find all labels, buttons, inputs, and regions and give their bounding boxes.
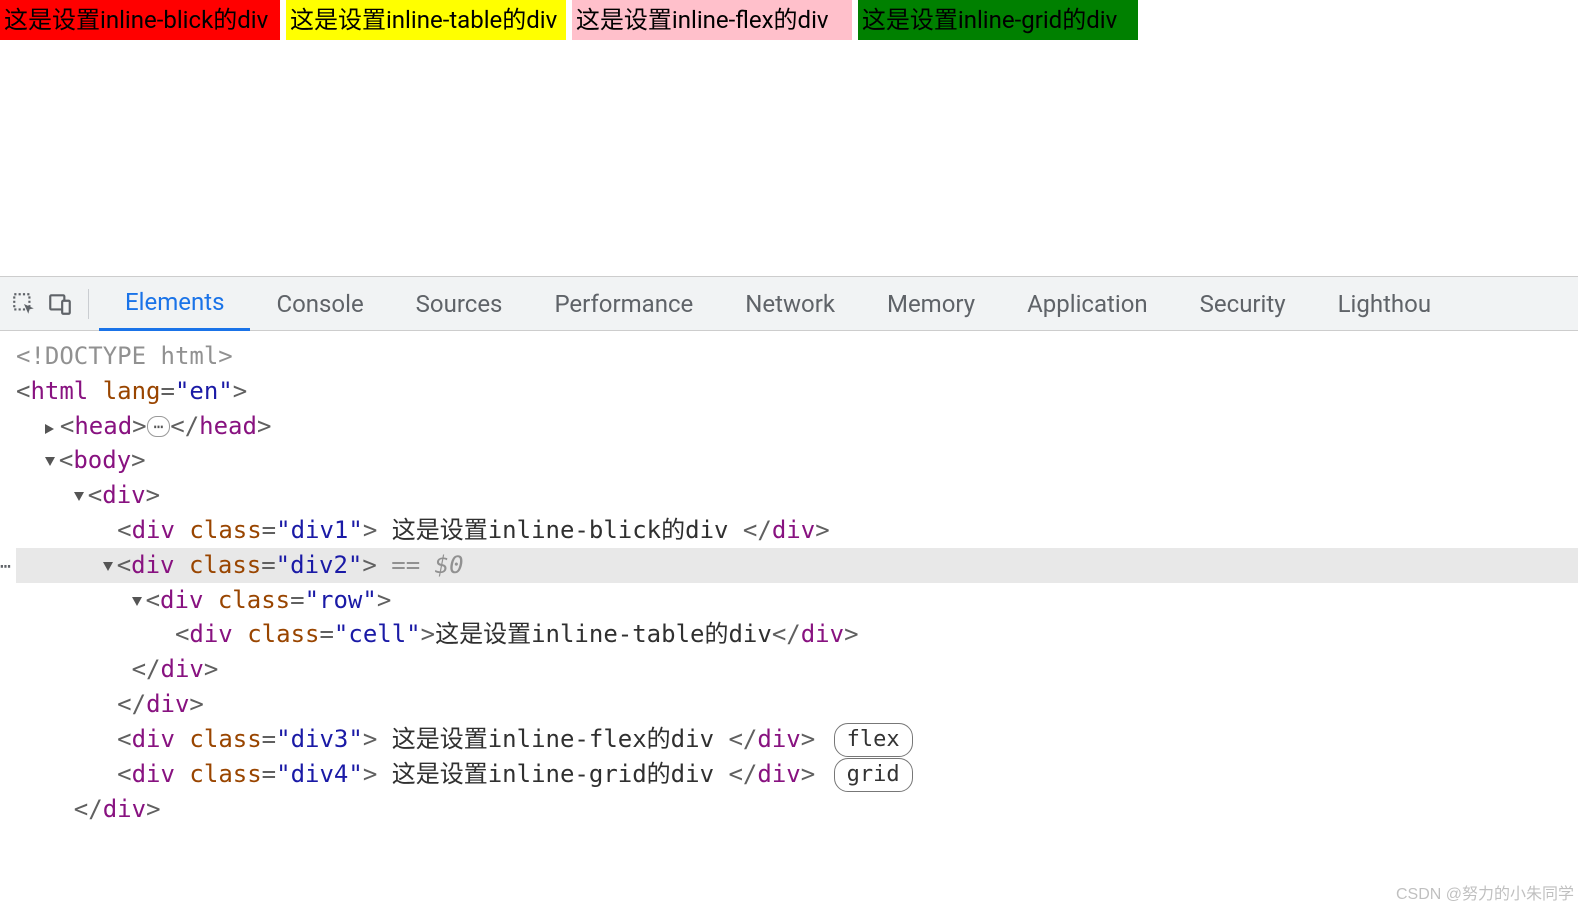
box-inline-block: 这是设置inline-blick的div [0, 0, 280, 40]
device-toolbar-icon[interactable] [42, 286, 78, 322]
tab-application[interactable]: Application [1001, 277, 1174, 331]
ellipsis-icon[interactable]: ⋯ [147, 416, 171, 437]
tab-console[interactable]: Console [250, 277, 389, 331]
flex-badge[interactable]: flex [834, 723, 913, 757]
tabs: Elements Console Sources Performance Net… [99, 277, 1572, 331]
devtools-panel: Elements Console Sources Performance Net… [0, 276, 1578, 826]
dom-div4[interactable]: <div class="div4"> 这是设置inline-grid的div <… [16, 757, 1578, 792]
devtools-tabbar: Elements Console Sources Performance Net… [0, 277, 1578, 331]
box-inline-grid: 这是设置inline-grid的div [858, 0, 1138, 40]
tab-lighthouse[interactable]: Lighthou [1312, 277, 1457, 331]
dom-row-open[interactable]: <div class="row"> [16, 583, 1578, 618]
dom-cell[interactable]: <div class="cell">这是设置inline-table的div</… [16, 617, 1578, 652]
tab-sources[interactable]: Sources [390, 277, 529, 331]
dom-div-open[interactable]: <div> [16, 478, 1578, 513]
dom-div2-close[interactable]: </div> [16, 687, 1578, 722]
box-inline-flex: 这是设置inline-flex的div [572, 0, 852, 40]
dom-div-close[interactable]: </div> [16, 792, 1578, 827]
inspect-icon[interactable] [6, 286, 42, 322]
tab-security[interactable]: Security [1174, 277, 1312, 331]
tab-elements[interactable]: Elements [99, 277, 250, 331]
dom-body-open[interactable]: <body> [16, 443, 1578, 478]
grid-badge[interactable]: grid [834, 758, 913, 792]
tab-memory[interactable]: Memory [861, 277, 1001, 331]
dom-html-open[interactable]: <html lang="en"> [16, 374, 1578, 409]
dom-row-close[interactable]: </div> [16, 652, 1578, 687]
box-inline-table: 这是设置inline-table的div [286, 0, 566, 40]
dom-head[interactable]: <head>⋯</head> [16, 409, 1578, 444]
tab-performance[interactable]: Performance [528, 277, 719, 331]
dom-div2-open[interactable]: ⋯ <div class="div2"> == $0 [16, 548, 1578, 583]
separator [88, 289, 89, 319]
tab-network[interactable]: Network [719, 277, 861, 331]
dom-div1[interactable]: <div class="div1"> 这是设置inline-blick的div … [16, 513, 1578, 548]
dom-doctype[interactable]: <!DOCTYPE html> [16, 339, 1578, 374]
dom-div3[interactable]: <div class="div3"> 这是设置inline-flex的div <… [16, 722, 1578, 757]
boxes: 这是设置inline-blick的div 这是设置inline-table的di… [0, 0, 1578, 40]
page-preview: 这是设置inline-blick的div 这是设置inline-table的di… [0, 0, 1578, 276]
watermark: CSDN @努力的小朱同学 [1396, 880, 1574, 904]
dom-tree[interactable]: <!DOCTYPE html> <html lang="en"> <head>⋯… [0, 331, 1578, 826]
